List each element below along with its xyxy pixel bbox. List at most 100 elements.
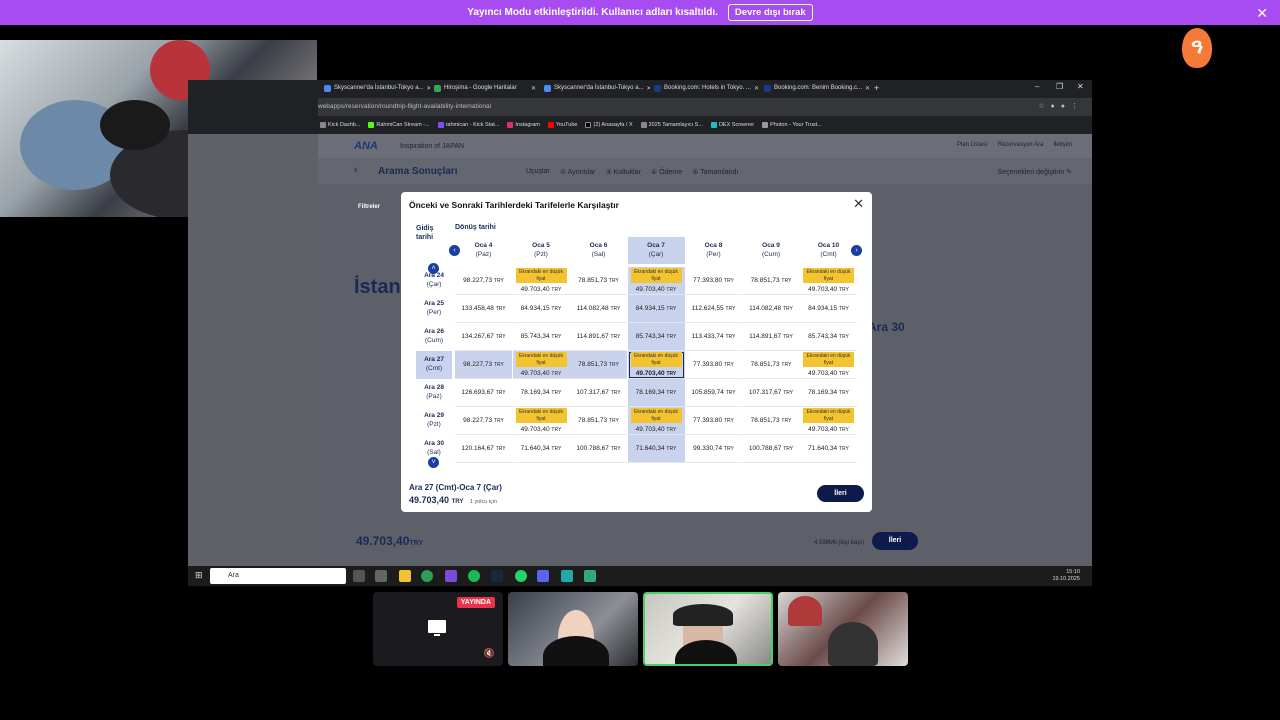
fare-cell[interactable]: 71.640,34 TRY [627, 435, 685, 463]
fare-cell[interactable]: 78.851,73 TRY [570, 267, 627, 295]
tab-close-icon[interactable]: ✕ [754, 85, 759, 92]
page-next-button[interactable]: İleri [872, 532, 918, 550]
fare-cell[interactable]: 84.934,15 TRY [627, 295, 685, 323]
fare-cell[interactable]: 77.393,80 TRY [685, 267, 742, 295]
return-date-column-header[interactable]: Oca 8 (Per) [685, 237, 742, 264]
bookmark[interactable]: Instagram [507, 122, 540, 128]
bookmark[interactable]: (2) Anasayfa / X [585, 122, 633, 128]
taskbar-search[interactable]: Ara [210, 568, 346, 584]
fare-cell[interactable]: 77.393,80 TRY [685, 351, 742, 379]
app-icon[interactable] [561, 570, 573, 582]
fare-cell[interactable]: 84.934,15 TRY [800, 295, 857, 323]
filters-button[interactable]: Filtreler [358, 204, 380, 210]
spotify-icon[interactable] [468, 570, 480, 582]
close-icon[interactable]: ✕ [853, 196, 864, 212]
fare-cell[interactable]: 78.851,73 TRY [742, 407, 800, 435]
modal-next-button[interactable]: İleri [817, 485, 864, 502]
minimize-button[interactable]: – [1035, 82, 1039, 91]
fare-cell[interactable]: 126.693,67 TRY [455, 379, 512, 407]
fare-cell[interactable]: 114.082,48 TRY [742, 295, 800, 323]
bookmark[interactable]: Kick Dashb... [320, 122, 360, 128]
fare-cell[interactable]: 71.640,34 TRY [800, 435, 857, 463]
browser-tab[interactable]: Skyscanner'da İstanbul-Tokyo a... ✕ [540, 81, 650, 95]
nav-reservation-search[interactable]: Rezervasyon Ara [998, 142, 1044, 148]
bookmark[interactable]: DEX Screener [710, 122, 754, 128]
fare-cell[interactable]: 112.624,55 TRY [685, 295, 742, 323]
fare-cell[interactable]: Ekrandaki en düşük fiyat 49.703,40 TRY [512, 351, 570, 379]
new-tab-button[interactable]: + [874, 83, 879, 93]
fare-cell[interactable]: 78.169,34 TRY [512, 379, 570, 407]
close-window-button[interactable]: ✕ [1077, 82, 1084, 91]
return-date-column-header[interactable]: Oca 5 (Pzt) [513, 237, 570, 264]
fare-cell[interactable]: 99.330,74 TRY [685, 435, 742, 463]
fare-cell[interactable]: 98.227,73 TRY [455, 351, 512, 379]
steam-icon[interactable] [491, 570, 503, 582]
tab-close-icon[interactable]: ✕ [865, 85, 870, 92]
browser-tab[interactable]: Booking.com: Hotels in Tokyo. ... ✕ [650, 81, 760, 95]
change-options-link[interactable]: Seçenekleri değiştirin ✎ [998, 168, 1072, 176]
chrome-icon[interactable] [421, 570, 433, 582]
fare-cell[interactable]: 78.851,73 TRY [742, 351, 800, 379]
fare-cell[interactable]: 78.851,73 TRY [570, 351, 627, 379]
return-date-column-header[interactable]: Oca 6 (Sal) [570, 237, 627, 264]
return-date-column-header[interactable]: Oca 10 (Cmt) [800, 237, 857, 264]
fare-cell[interactable]: Ekrandaki en düşük fiyat 49.703,40 TRY [512, 267, 570, 295]
ana-logo[interactable]: ANA [354, 140, 378, 152]
fare-cell[interactable]: 120.164,67 TRY [455, 435, 512, 463]
fare-cell[interactable]: 78.851,73 TRY [742, 267, 800, 295]
fare-cell[interactable]: 113.433,74 TRY [685, 323, 742, 351]
maximize-button[interactable]: ❐ [1056, 82, 1063, 91]
fare-cell[interactable]: 114.891,67 TRY [570, 323, 627, 351]
call-tile-participant-speaking[interactable] [643, 592, 773, 666]
fare-cell[interactable]: 114.082,48 TRY [570, 295, 627, 323]
date-card-ara30[interactable]: Ara 30 [868, 320, 905, 334]
outbound-date-row-header[interactable]: Ara 27 (Cmt) [416, 351, 452, 379]
fare-cell[interactable]: 78.851,73 TRY [570, 407, 627, 435]
browser-tab[interactable]: Skyscanner'da İstanbul-Tokyo a... ✕ [320, 81, 430, 95]
fare-cell[interactable]: 114.891,67 TRY [742, 323, 800, 351]
tab-close-icon[interactable]: ✕ [531, 85, 536, 92]
fare-cell[interactable]: 134.267,67 TRY [455, 323, 512, 351]
fare-cell[interactable]: 85.743,34 TRY [800, 323, 857, 351]
app-icon[interactable] [375, 570, 387, 582]
extension-icons[interactable]: ☆●●⋮ [1038, 102, 1084, 110]
back-arrow-icon[interactable]: ‹ [354, 164, 358, 176]
windows-start-icon[interactable]: ⊞ [195, 570, 205, 580]
return-date-column-header[interactable]: Oca 4 (Paz) [455, 237, 512, 264]
nav-plan-list[interactable]: Plan Listesi [957, 142, 988, 148]
fare-cell[interactable]: 100.788,67 TRY [570, 435, 627, 463]
nav-contact[interactable]: İletişim [1053, 142, 1072, 148]
bookmark[interactable]: Photon - Your Trust... [762, 122, 822, 128]
fare-cell[interactable]: 133.458,48 TRY [455, 295, 512, 323]
fare-cell[interactable]: Ekrandaki en düşük fiyat 49.703,40 TRY [800, 351, 857, 379]
bookmark[interactable]: 2025 Tamamlayıcı S... [640, 122, 703, 128]
fare-cell[interactable]: Ekrandaki en düşük fiyat 49.703,40 TRY [627, 351, 685, 379]
outbound-date-row-header[interactable]: Ara 25 (Per) [416, 295, 452, 323]
fare-cell[interactable]: 78.169,34 TRY [627, 379, 685, 407]
outbound-date-row-header[interactable]: Ara 29 (Pzt) [416, 407, 452, 435]
fare-cell[interactable]: 100.788,67 TRY [742, 435, 800, 463]
browser-tab[interactable]: Booking.com: Benim Booking.c... ✕ [760, 81, 870, 95]
bookmark[interactable]: YouTube [547, 122, 577, 128]
browser-tab[interactable]: Hiroşima - Google Haritalar ✕ [430, 81, 540, 95]
fare-cell[interactable]: 107.317,67 TRY [570, 379, 627, 407]
call-tile-participant[interactable] [508, 592, 638, 666]
fare-cell[interactable]: Ekrandaki en düşük fiyat 49.703,40 TRY [800, 407, 857, 435]
return-date-column-header[interactable]: Oca 9 (Cum) [743, 237, 800, 264]
bookmark[interactable]: RahmiCan Stream -... [368, 122, 430, 128]
fare-cell[interactable]: 85.743,34 TRY [627, 323, 685, 351]
bookmark[interactable]: rahmican - Kick Stat... [437, 122, 499, 128]
outbound-date-row-header[interactable]: Ara 24 (Çar) [416, 267, 452, 295]
call-tile-participant[interactable] [778, 592, 908, 666]
outbound-date-row-header[interactable]: Ara 30 (Sal) [416, 435, 452, 463]
taskbar-clock[interactable]: 15:10 19.10.2025 [1052, 569, 1080, 583]
fare-cell[interactable]: 107.317,67 TRY [742, 379, 800, 407]
outbound-date-row-header[interactable]: Ara 26 (Cum) [416, 323, 452, 351]
call-tile-screenshare[interactable]: YAYINDA 🔇 [373, 592, 503, 666]
fare-cell[interactable]: Ekrandaki en düşük fiyat 49.703,40 TRY [627, 407, 685, 435]
banner-close-icon[interactable]: ✕ [1256, 5, 1268, 22]
fare-cell[interactable]: Ekrandaki en düşük fiyat 49.703,40 TRY [800, 267, 857, 295]
fare-cell[interactable]: Ekrandaki en düşük fiyat 49.703,40 TRY [627, 267, 685, 295]
fare-cell[interactable]: 71.640,34 TRY [512, 435, 570, 463]
fare-cell[interactable]: 77.393,80 TRY [685, 407, 742, 435]
